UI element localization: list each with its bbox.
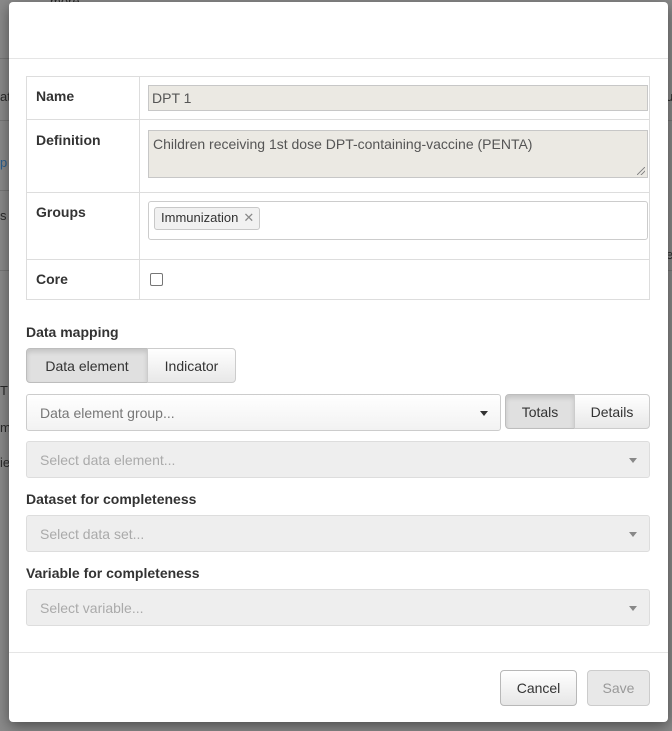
data-mapping-label: Data mapping (26, 324, 119, 340)
data-element-group-select[interactable]: Data element group... (26, 394, 501, 431)
definition-cell: Children receiving 1st dose DPT-containi… (139, 119, 650, 193)
chevron-down-icon (629, 532, 637, 537)
definition-label: Definition (26, 119, 140, 193)
definition-textarea[interactable]: Children receiving 1st dose DPT-containi… (148, 130, 648, 178)
totals-details-toggle: Totals Details (505, 394, 650, 429)
groups-select[interactable]: Immunization ✕ (148, 201, 648, 240)
core-checkbox[interactable] (150, 273, 163, 286)
dataset-placeholder: Select data set... (40, 525, 145, 542)
core-label: Core (26, 259, 140, 300)
chevron-down-icon (629, 606, 637, 611)
bg-divider (0, 58, 9, 59)
bg-text-fragment: T (0, 383, 8, 398)
dialog-header (9, 2, 668, 59)
definition-row: Definition Children receiving 1st dose D… (26, 119, 650, 193)
details-button[interactable]: Details (574, 394, 650, 429)
bg-link-fragment: p (0, 155, 8, 170)
resize-handle-icon[interactable] (637, 167, 645, 175)
name-cell: DPT 1 (139, 76, 650, 120)
chevron-down-icon (480, 411, 488, 416)
chevron-down-icon (629, 458, 637, 463)
dialog-footer: Cancel Save (9, 652, 668, 723)
variable-placeholder: Select variable... (40, 599, 144, 616)
mapping-type-toggle: Data element Indicator (26, 348, 236, 383)
bg-divider (0, 190, 9, 191)
remove-tag-icon[interactable]: ✕ (243, 210, 254, 225)
totals-button[interactable]: Totals (505, 394, 575, 429)
dataset-select[interactable]: Select data set... (26, 515, 650, 552)
core-cell (139, 259, 650, 300)
indicator-properties-table: Name DPT 1 Definition Children receiving… (26, 76, 650, 300)
bg-divider (0, 270, 9, 271)
definition-text: Children receiving 1st dose DPT-containi… (153, 136, 533, 152)
groups-cell: Immunization ✕ (139, 192, 650, 260)
data-element-group-placeholder: Data element group... (40, 404, 175, 421)
indicator-tab[interactable]: Indicator (147, 348, 236, 383)
core-row: Core (26, 259, 650, 300)
variable-select[interactable]: Select variable... (26, 589, 650, 626)
name-label: Name (26, 76, 140, 120)
save-button[interactable]: Save (587, 670, 650, 706)
group-tag-label: Immunization (161, 210, 239, 225)
group-tag: Immunization ✕ (154, 207, 261, 230)
bg-divider (668, 270, 672, 271)
name-field[interactable]: DPT 1 (148, 85, 648, 111)
bg-divider (668, 120, 672, 121)
bg-text-fragment: s (0, 208, 7, 223)
cancel-button[interactable]: Cancel (500, 670, 577, 706)
dataset-label: Dataset for completeness (26, 491, 197, 507)
variable-label: Variable for completeness (26, 565, 200, 581)
data-element-select[interactable]: Select data element... (26, 441, 650, 478)
groups-label: Groups (26, 192, 140, 260)
groups-row: Groups Immunization ✕ (26, 192, 650, 260)
bg-divider (0, 120, 9, 121)
name-row: Name DPT 1 (26, 76, 650, 120)
data-element-tab[interactable]: Data element (26, 348, 148, 383)
data-element-placeholder: Select data element... (40, 451, 176, 468)
indicator-edit-dialog: Name DPT 1 Definition Children receiving… (9, 2, 668, 722)
